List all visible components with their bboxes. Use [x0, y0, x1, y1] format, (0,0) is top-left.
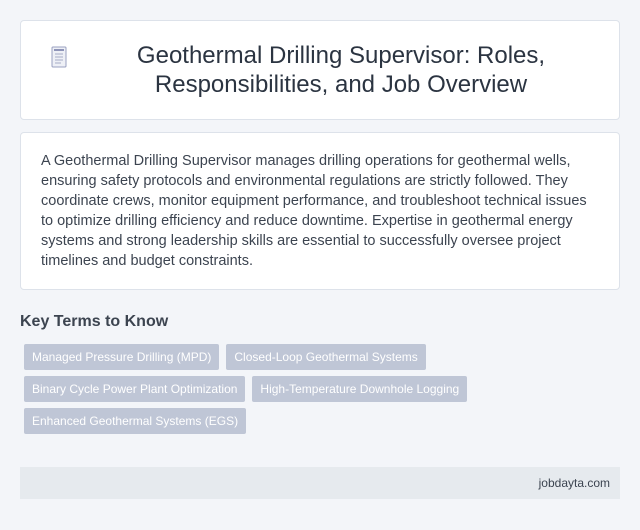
key-terms-tags: Managed Pressure Drilling (MPD) Closed-L… [20, 344, 580, 440]
key-term-tag[interactable]: Binary Cycle Power Plant Optimization [24, 376, 246, 402]
key-term-tag[interactable]: Managed Pressure Drilling (MPD) [24, 344, 220, 370]
key-term-tag[interactable]: Closed-Loop Geothermal Systems [226, 344, 426, 370]
intro-text: A Geothermal Drilling Supervisor manages… [41, 153, 587, 269]
document-icon [51, 46, 67, 68]
title-row: Geothermal Drilling Supervisor: Roles, R… [51, 41, 589, 99]
key-terms-heading: Key Terms to Know [20, 313, 169, 330]
page-title: Geothermal Drilling Supervisor: Roles, R… [136, 42, 546, 98]
key-term-tag[interactable]: High-Temperature Downhole Logging [252, 376, 468, 402]
footer-site-link[interactable]: jobdayta.com [539, 476, 610, 490]
title-card: Geothermal Drilling Supervisor: Roles, R… [20, 20, 620, 120]
key-term-tag[interactable]: Enhanced Geothermal Systems (EGS) [24, 408, 247, 434]
intro-card: A Geothermal Drilling Supervisor manages… [20, 132, 620, 290]
footer: jobdayta.com [20, 467, 620, 499]
page: Geothermal Drilling Supervisor: Roles, R… [0, 0, 640, 530]
